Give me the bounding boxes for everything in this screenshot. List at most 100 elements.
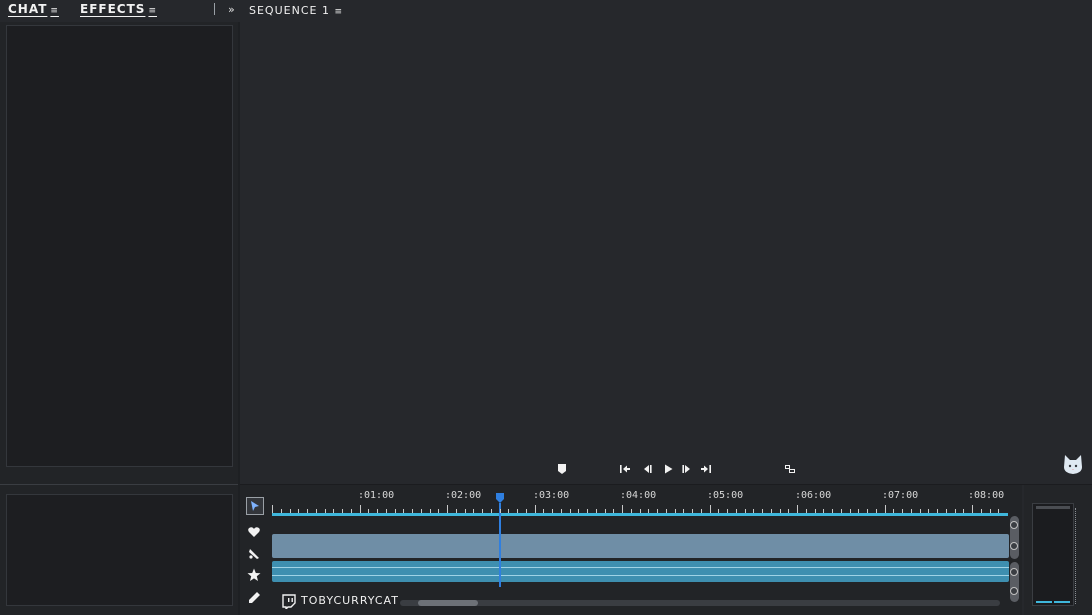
ruler-tick [762,509,763,513]
timeline-top-border [240,484,1092,485]
tab-chat[interactable]: CHAT ≡ [8,2,59,18]
ruler-tick [955,509,956,513]
ruler-line[interactable] [272,513,1008,516]
tab-effects[interactable]: EFFECTS ≡ [80,2,157,18]
tab-chat-menu-icon[interactable]: ≡ [50,6,59,16]
ruler-tick [815,509,816,513]
ruler-tick [456,509,457,513]
add-marker-button[interactable] [555,462,569,476]
meter-level-right [1054,601,1070,603]
track-knob[interactable] [1010,587,1018,595]
sequence-title-label: SEQUENCE 1 [249,4,330,17]
ruler-tick [963,509,964,513]
ruler-tick [325,509,326,513]
ruler-tick [438,509,439,513]
step-back-button[interactable] [640,462,654,476]
ruler-tick [561,509,562,513]
ruler-tick [885,505,886,513]
playhead[interactable] [495,493,505,587]
tab-chat-label: CHAT [8,2,48,16]
razor-tool-button[interactable] [246,546,262,562]
step-forward-icon [682,465,690,473]
ruler-tick [701,509,702,513]
ruler-tick [990,509,991,513]
camera-icon [785,465,795,473]
ruler-tick [605,509,606,513]
tab-effects-label: EFFECTS [80,2,146,16]
play-button[interactable] [661,462,675,476]
program-monitor [240,22,1092,462]
ruler-tick [281,509,282,513]
ruler-tick [675,509,676,513]
timeline-scrollbar[interactable] [400,600,1000,606]
ruler-tick [307,509,308,513]
ruler-tick [832,509,833,513]
playhead-line [499,503,501,587]
ruler-tick [473,509,474,513]
ruler-tick [613,509,614,513]
time-label: :01:00 [358,490,395,501]
selection-tool-button[interactable] [246,497,264,515]
ruler-tick [570,509,571,513]
step-forward-button[interactable] [680,462,694,476]
tab-effects-menu-icon[interactable]: ≡ [148,6,157,16]
audio-waveform-line [272,575,1009,576]
ruler-tick [902,509,903,513]
time-label: :05:00 [707,490,744,501]
heart-tool-button[interactable] [246,524,262,540]
star-tool-button[interactable] [246,567,262,583]
ruler-tick [981,509,982,513]
time-label: :04:00 [620,490,657,501]
ruler-tick [867,509,868,513]
ruler-tick [946,509,947,513]
ruler-tick [780,509,781,513]
sequence-menu-icon[interactable]: ≡ [334,7,343,17]
ruler-tick [631,509,632,513]
skip-to-end-icon [701,465,711,473]
ruler-tick [710,505,711,513]
audio-clip[interactable] [272,561,1009,582]
effects-panel [6,25,233,467]
go-to-start-button[interactable] [618,462,632,476]
ruler-tick [272,505,273,513]
go-to-end-button[interactable] [699,462,713,476]
panel-toggle-icon[interactable]: » [228,3,235,16]
video-clip[interactable] [272,534,1009,558]
ruler-tick [692,509,693,513]
ruler-tick [517,509,518,513]
ruler-tick [412,509,413,513]
channel-name: TOBYCURRYCAT [301,594,399,607]
ruler-tick [360,505,361,513]
pen-tool-button[interactable] [246,590,262,606]
track-knob[interactable] [1010,521,1018,529]
ruler-tick [578,509,579,513]
ruler-tick [342,509,343,513]
ruler-tick [333,509,334,513]
track-knob[interactable] [1010,568,1018,576]
ruler-tick [395,509,396,513]
export-frame-button[interactable] [783,462,797,476]
skip-to-start-icon [620,465,630,473]
time-label: :06:00 [795,490,832,501]
ruler-tick [622,505,623,513]
timeline-scrollbar-thumb[interactable] [418,600,478,606]
star-icon [247,568,261,581]
ruler-tick [386,509,387,513]
ruler-tick [421,509,422,513]
ruler-tick [666,509,667,513]
ruler-tick [937,509,938,513]
meter-scale [1075,508,1077,604]
sequence-title[interactable]: SEQUENCE 1 ≡ [249,4,343,17]
heart-icon [248,527,260,537]
audio-meter [1032,503,1074,606]
ruler-tick [823,509,824,513]
ruler-tick [430,509,431,513]
track-knob[interactable] [1010,542,1018,550]
ruler-tick [482,509,483,513]
marker-icon [558,464,566,474]
ruler-tick [447,505,448,513]
ruler-tick [640,509,641,513]
ruler-tick [972,505,973,513]
ruler-tick [298,509,299,513]
ruler-tick [683,509,684,513]
